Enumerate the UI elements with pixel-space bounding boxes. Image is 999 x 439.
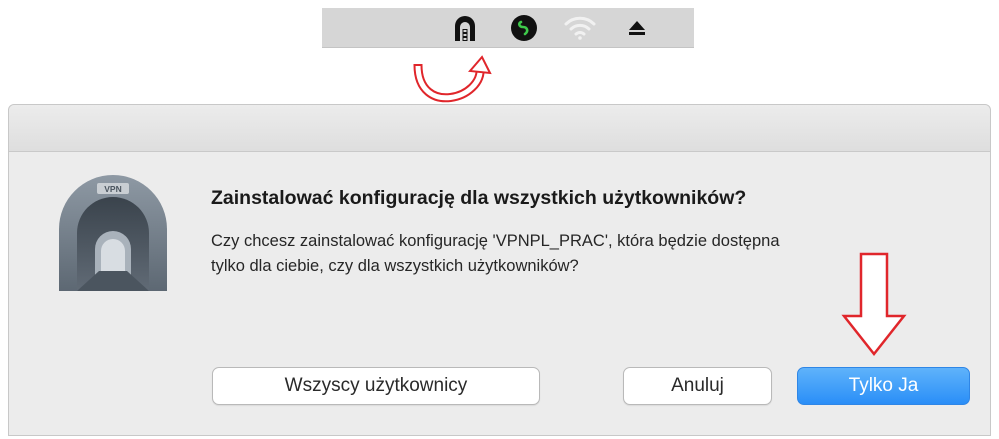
eject-icon[interactable] bbox=[624, 8, 650, 47]
all-users-button[interactable]: Wszyscy użytkownicy bbox=[212, 367, 540, 405]
vpn-tunnel-app-icon: VPN bbox=[59, 175, 167, 291]
vpn-tunnel-icon[interactable] bbox=[450, 8, 480, 47]
wifi-icon[interactable] bbox=[562, 8, 598, 47]
dialog-message-line1: Czy chcesz zainstalować konfigurację 'VP… bbox=[211, 232, 780, 250]
curved-annotation-arrow-icon bbox=[413, 55, 492, 103]
cancel-button[interactable]: Anuluj bbox=[623, 367, 772, 405]
down-annotation-arrow-icon bbox=[841, 252, 907, 357]
menu-bar bbox=[322, 8, 694, 48]
screenshot-stage: VPN Zainstalować konfigurację dla wszyst… bbox=[0, 0, 999, 439]
vpn-connected-icon[interactable] bbox=[508, 8, 540, 47]
dialog-title: Zainstalować konfigurację dla wszystkich… bbox=[211, 187, 747, 209]
only-me-button[interactable]: Tylko Ja bbox=[797, 367, 970, 405]
dialog-titlebar bbox=[9, 105, 990, 152]
vpn-label: VPN bbox=[104, 184, 121, 194]
